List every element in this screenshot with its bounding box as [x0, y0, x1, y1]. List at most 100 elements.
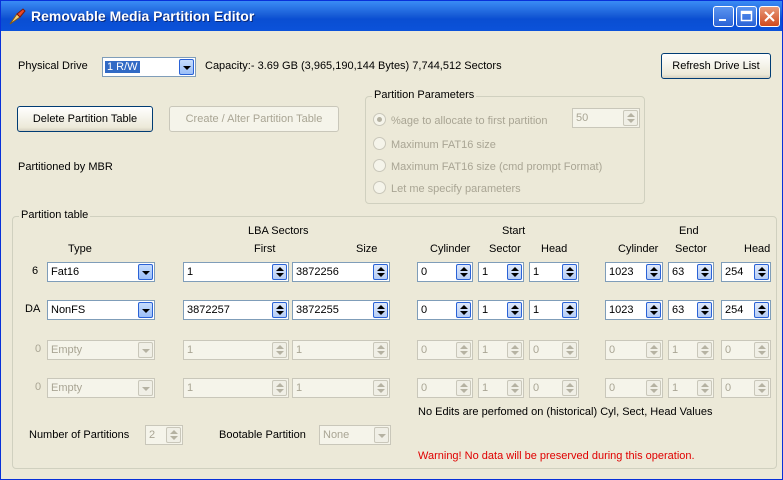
end-head-stepper[interactable]: 0	[721, 378, 771, 398]
spinner-icon[interactable]	[373, 342, 388, 358]
radio-percentage[interactable]: %age to allocate to first partition	[373, 113, 548, 127]
spinner-icon[interactable]	[562, 342, 577, 358]
spinner-icon[interactable]	[272, 264, 287, 280]
minimize-button[interactable]	[713, 6, 734, 27]
chevron-down-icon[interactable]	[138, 264, 153, 280]
spinner-icon[interactable]	[646, 380, 661, 396]
number-of-partitions-value: 2	[149, 429, 156, 441]
title-bar[interactable]: Removable Media Partition Editor	[1, 1, 782, 31]
spinner-icon[interactable]	[754, 264, 769, 280]
start-cylinder-stepper[interactable]: 0	[417, 300, 473, 320]
spinner-icon[interactable]	[754, 302, 769, 318]
first-sector-stepper[interactable]: 3872257	[183, 300, 289, 320]
end-cylinder-stepper[interactable]: 1023	[605, 262, 663, 282]
end-sector-stepper[interactable]: 63	[668, 262, 714, 282]
end-cylinder-stepper[interactable]: 0	[605, 378, 663, 398]
start-sector-stepper[interactable]: 1	[478, 262, 524, 282]
spinner-icon[interactable]	[646, 342, 661, 358]
close-icon	[764, 11, 775, 22]
spinner-icon[interactable]	[697, 264, 712, 280]
end-head-stepper[interactable]: 254	[721, 300, 771, 320]
start-head-stepper[interactable]: 1	[529, 262, 579, 282]
size-stepper[interactable]: 3872256	[292, 262, 390, 282]
end-cylinder-stepper[interactable]: 0	[605, 340, 663, 360]
spinner-icon[interactable]	[697, 380, 712, 396]
first-sector-stepper[interactable]: 1	[183, 340, 289, 360]
start-sector-stepper[interactable]: 1	[478, 300, 524, 320]
radio-specify[interactable]: Let me specify parameters	[373, 181, 521, 195]
bootable-partition-select[interactable]: None	[319, 425, 391, 445]
size-stepper[interactable]: 3872255	[292, 300, 390, 320]
spinner-icon[interactable]	[697, 342, 712, 358]
spinner-icon[interactable]	[646, 264, 661, 280]
spinner-icon[interactable]	[754, 342, 769, 358]
percentage-stepper[interactable]: 50	[572, 108, 640, 128]
start-sector-stepper[interactable]: 1	[478, 340, 524, 360]
chevron-down-icon[interactable]	[138, 380, 153, 396]
end-sector-stepper[interactable]: 1	[668, 340, 714, 360]
first-sector-stepper[interactable]: 1	[183, 378, 289, 398]
start-head-stepper[interactable]: 1	[529, 300, 579, 320]
spinner-icon[interactable]	[272, 380, 287, 396]
spinner-icon[interactable]	[373, 264, 388, 280]
spinner-icon[interactable]	[373, 302, 388, 318]
spinner-icon[interactable]	[754, 380, 769, 396]
size-value: 3872255	[296, 304, 339, 316]
close-button[interactable]	[759, 6, 780, 27]
chevron-down-icon[interactable]	[374, 427, 389, 443]
spinner-icon[interactable]	[562, 302, 577, 318]
partition-type-select[interactable]: Empty	[47, 378, 155, 398]
radio-max-fat16-cmd[interactable]: Maximum FAT16 size (cmd prompt Format)	[373, 159, 602, 173]
end-head-value: 0	[725, 344, 732, 356]
spinner-icon[interactable]	[507, 264, 522, 280]
spinner-icon[interactable]	[507, 302, 522, 318]
end-sector-stepper[interactable]: 1	[668, 378, 714, 398]
spinner-icon[interactable]	[562, 380, 577, 396]
refresh-drive-list-button[interactable]: Refresh Drive List	[661, 53, 771, 79]
spinner-icon[interactable]	[646, 302, 661, 318]
partition-type-value: NonFS	[51, 304, 86, 316]
spinner-icon[interactable]	[373, 380, 388, 396]
spinner-icon[interactable]	[697, 302, 712, 318]
physical-drive-select[interactable]: 1 R/W	[102, 57, 196, 77]
size-stepper[interactable]: 1	[292, 340, 390, 360]
partition-type-select[interactable]: NonFS	[47, 300, 155, 320]
spinner-icon[interactable]	[456, 302, 471, 318]
spinner-icon[interactable]	[272, 342, 287, 358]
partition-type-select[interactable]: Fat16	[47, 262, 155, 282]
no-edits-note: No Edits are perfomed on (historical) Cy…	[418, 406, 713, 418]
end-sector-stepper[interactable]: 63	[668, 300, 714, 320]
end-head-stepper[interactable]: 0	[721, 340, 771, 360]
delete-partition-table-button[interactable]: Delete Partition Table	[17, 106, 153, 132]
start-sector-value: 1	[482, 304, 489, 316]
spinner-icon[interactable]	[562, 264, 577, 280]
size-stepper[interactable]: 1	[292, 378, 390, 398]
end-cylinder-stepper[interactable]: 1023	[605, 300, 663, 320]
start-sector-stepper[interactable]: 1	[478, 378, 524, 398]
end-head-stepper[interactable]: 254	[721, 262, 771, 282]
spinner-icon[interactable]	[623, 110, 638, 126]
start-cylinder-stepper[interactable]: 0	[417, 340, 473, 360]
chevron-down-icon[interactable]	[138, 342, 153, 358]
spinner-icon[interactable]	[507, 380, 522, 396]
radio-max-fat16-cmd-label: Maximum FAT16 size (cmd prompt Format)	[391, 161, 603, 173]
create-alter-partition-table-button[interactable]: Create / Alter Partition Table	[169, 106, 339, 132]
radio-max-fat16[interactable]: Maximum FAT16 size	[373, 137, 496, 151]
spinner-icon[interactable]	[272, 302, 287, 318]
maximize-button[interactable]	[736, 6, 757, 27]
spinner-icon[interactable]	[456, 264, 471, 280]
spinner-icon[interactable]	[456, 342, 471, 358]
spinner-icon[interactable]	[456, 380, 471, 396]
partition-type-select[interactable]: Empty	[47, 340, 155, 360]
chevron-down-icon[interactable]	[179, 59, 194, 75]
first-sector-stepper[interactable]: 1	[183, 262, 289, 282]
number-of-partitions-stepper[interactable]: 2	[145, 425, 183, 445]
start-head-stepper[interactable]: 0	[529, 378, 579, 398]
chevron-down-icon[interactable]	[138, 302, 153, 318]
spinner-icon[interactable]	[507, 342, 522, 358]
start-head-stepper[interactable]: 0	[529, 340, 579, 360]
partition-type-value: Fat16	[51, 266, 80, 278]
start-cylinder-stepper[interactable]: 0	[417, 378, 473, 398]
start-cylinder-stepper[interactable]: 0	[417, 262, 473, 282]
spinner-icon[interactable]	[166, 427, 181, 443]
